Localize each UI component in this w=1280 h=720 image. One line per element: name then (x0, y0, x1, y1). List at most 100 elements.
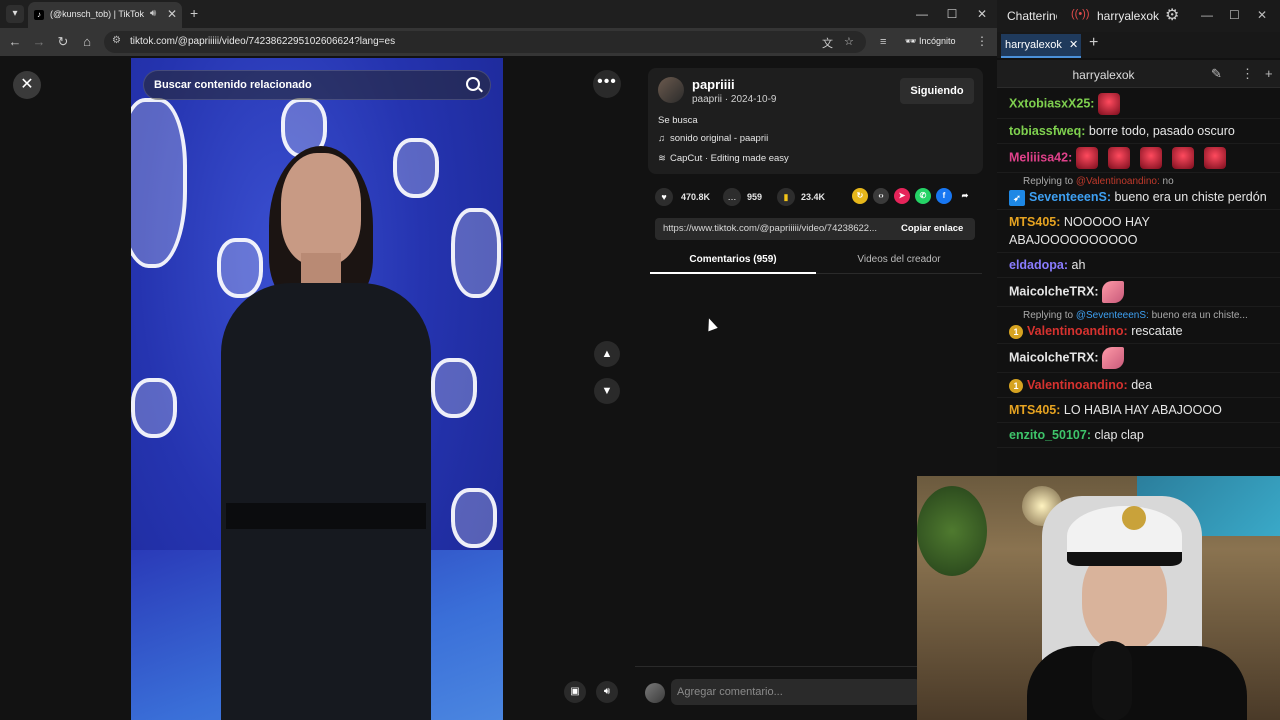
chat-message[interactable]: MTS405: LO HABIA HAY ABAJOOOO (997, 398, 1280, 423)
channel-header: harryalexok ✎ ⋮ + (997, 60, 1280, 88)
chat-app-title: Chatterino (1007, 9, 1057, 23)
emote-icon (1075, 147, 1098, 169)
browser-tab[interactable]: ♪ (@kunsch_tob) | TikTok 🔊︎ ✕ (28, 2, 182, 28)
floating-player-icon[interactable]: ▣ (564, 681, 586, 703)
chat-username[interactable]: Valentinoandino: (1027, 324, 1128, 338)
related-search-input[interactable]: Buscar contenido relacionado (143, 70, 491, 100)
translate-icon[interactable]: 文 (822, 35, 833, 51)
heart-icon[interactable]: ♥ (655, 188, 673, 206)
likes-count: 470.8K (681, 192, 711, 202)
chat-logged-user[interactable]: harryalexok (1097, 9, 1159, 23)
chat-text: dea (1131, 378, 1153, 392)
chat-tab[interactable]: harryalexok ✕ (1001, 34, 1081, 58)
screen: ▾ ♪ (@kunsch_tob) | TikTok 🔊︎ ✕ + — ☐ ✕ … (0, 0, 1280, 720)
embed-icon[interactable]: ‹› (873, 188, 889, 204)
close-icon[interactable]: ✕ (1069, 38, 1078, 51)
home-button[interactable]: ⌂ (78, 34, 96, 49)
chat-minimize-button[interactable]: — (1201, 8, 1213, 22)
chat-maximize-button[interactable]: ☐ (1229, 8, 1240, 22)
incognito-indicator[interactable]: 🕶︎ Incógnito (905, 36, 955, 47)
chat-message[interactable]: Replying to @SeventeeenS: bueno era un c… (997, 307, 1280, 344)
close-window-button[interactable]: ✕ (967, 0, 997, 28)
maximize-button[interactable]: ☐ (937, 0, 967, 28)
close-tab-icon[interactable]: ✕ (167, 7, 177, 21)
sound-link[interactable]: ♫ sonido original - paaprii (658, 133, 768, 144)
whatsapp-icon[interactable]: ✆ (915, 188, 931, 204)
audio-playing-icon[interactable]: 🔊︎ (150, 8, 156, 19)
chat-username[interactable]: XxtobiasxX25: (1009, 96, 1094, 110)
chat-message[interactable]: enzito_50107: clap clap (997, 423, 1280, 448)
reply-context[interactable]: Replying to @SeventeeenS: bueno era un c… (1009, 310, 1268, 322)
chat-message[interactable]: MaicolcheTRX: (997, 278, 1280, 307)
gear-icon[interactable]: ⚙ (1165, 5, 1179, 25)
chat-message[interactable]: MTS405: NOOOOO HAY ABAJOOOOOOOOOO (997, 210, 1280, 253)
facebook-icon[interactable]: f (936, 188, 952, 204)
chat-username[interactable]: eldadopa: (1009, 258, 1068, 272)
chat-username[interactable]: Meliiisa42: (1009, 150, 1072, 164)
capcut-label: CapCut · Editing made easy (670, 153, 789, 164)
close-video-button[interactable]: ✕ (13, 71, 41, 99)
chat-username[interactable]: MTS405: (1009, 403, 1060, 417)
add-tab-button[interactable]: + (1089, 34, 1098, 52)
chat-message[interactable]: XxtobiasxX25: (997, 90, 1280, 119)
add-split-icon[interactable]: + (1265, 66, 1273, 81)
chat-text: ah (1071, 258, 1086, 272)
chat-username[interactable]: MaicolcheTRX: (1009, 284, 1099, 298)
following-button[interactable]: Siguiendo (900, 78, 974, 104)
window-controls: — ☐ ✕ (907, 0, 997, 28)
emote-icon (1171, 147, 1194, 169)
chat-text: clap clap (1094, 428, 1144, 442)
search-icon[interactable] (466, 77, 480, 91)
comment-input[interactable]: Agregar comentario... (671, 679, 921, 705)
chat-username[interactable]: MaicolcheTRX: (1009, 350, 1099, 364)
chat-username[interactable]: MTS405: (1009, 215, 1060, 229)
bookmark-star-icon[interactable]: ☆ (844, 35, 854, 48)
badge-icon: ➶ (1009, 189, 1025, 206)
saves-count: 23.4K (801, 192, 826, 202)
tab-creator-videos[interactable]: Videos del creador (816, 254, 982, 265)
chat-username[interactable]: SeventeeenS: (1029, 190, 1111, 204)
chat-message[interactable]: tobiassfweq: borre todo, pasado oscuro (997, 119, 1280, 144)
tab-comments[interactable]: Comentarios (959) (650, 254, 816, 265)
moderation-icon[interactable]: ✎ (1211, 66, 1222, 82)
reading-list-icon[interactable]: ≡ (880, 36, 886, 48)
chat-username[interactable]: enzito_50107: (1009, 428, 1091, 442)
share-arrow-icon[interactable]: ➦ (957, 188, 973, 204)
url-text[interactable]: tiktok.com/@papriiiii/video/742386229510… (130, 36, 395, 47)
author-name[interactable]: papriiii (692, 77, 735, 92)
tab-search-button[interactable]: ▾ (6, 5, 24, 23)
reply-context[interactable]: Replying to @Valentinoandino: no (1009, 176, 1268, 188)
video-link[interactable]: https://www.tiktok.com/@papriiiii/video/… (663, 223, 891, 234)
browser-menu-icon[interactable]: ⋮ (976, 34, 988, 48)
author-avatar[interactable] (658, 77, 684, 103)
next-video-button[interactable]: ▼ (594, 378, 620, 404)
channel-menu-icon[interactable]: ⋮ (1241, 66, 1254, 82)
repost-icon[interactable]: ↻ (852, 188, 868, 204)
site-info-icon[interactable]: ⚙ (112, 35, 121, 46)
minimize-button[interactable]: — (907, 0, 937, 28)
send-icon[interactable]: ➤ (894, 188, 910, 204)
reload-button[interactable]: ↻ (54, 34, 72, 50)
video-description: Se busca (658, 115, 698, 126)
capcut-link[interactable]: ≋ CapCut · Editing made easy (658, 153, 789, 164)
forward-button[interactable]: → (30, 34, 48, 49)
back-button[interactable]: ← (6, 34, 24, 49)
more-options-icon[interactable]: ••• (593, 70, 621, 98)
chat-message[interactable]: 1 Valentinoandino: dea (997, 373, 1280, 398)
chat-text: bueno era un chiste perdón (1114, 190, 1267, 204)
chat-close-button[interactable]: ✕ (1257, 8, 1267, 22)
previous-video-button[interactable]: ▲ (594, 341, 620, 367)
volume-icon[interactable]: 🔊︎ (596, 681, 618, 703)
comment-icon[interactable]: … (723, 188, 741, 206)
address-bar[interactable]: ⚙ tiktok.com/@papriiiii/video/7423862295… (104, 31, 866, 53)
chat-username[interactable]: tobiassfweq: (1009, 124, 1085, 138)
chat-message[interactable]: MaicolcheTRX: (997, 344, 1280, 373)
chat-username[interactable]: Valentinoandino: (1027, 378, 1128, 392)
chat-message[interactable]: Meliiisa42: (997, 144, 1280, 173)
chat-message[interactable]: eldadopa: ah (997, 253, 1280, 278)
bookmark-icon[interactable]: ▮ (777, 188, 795, 206)
video-player[interactable] (131, 58, 503, 720)
chat-message[interactable]: Replying to @Valentinoandino: no ➶ Sevent… (997, 173, 1280, 210)
copy-link-button[interactable]: Copiar enlace (901, 223, 963, 234)
new-tab-button[interactable]: + (190, 5, 198, 21)
